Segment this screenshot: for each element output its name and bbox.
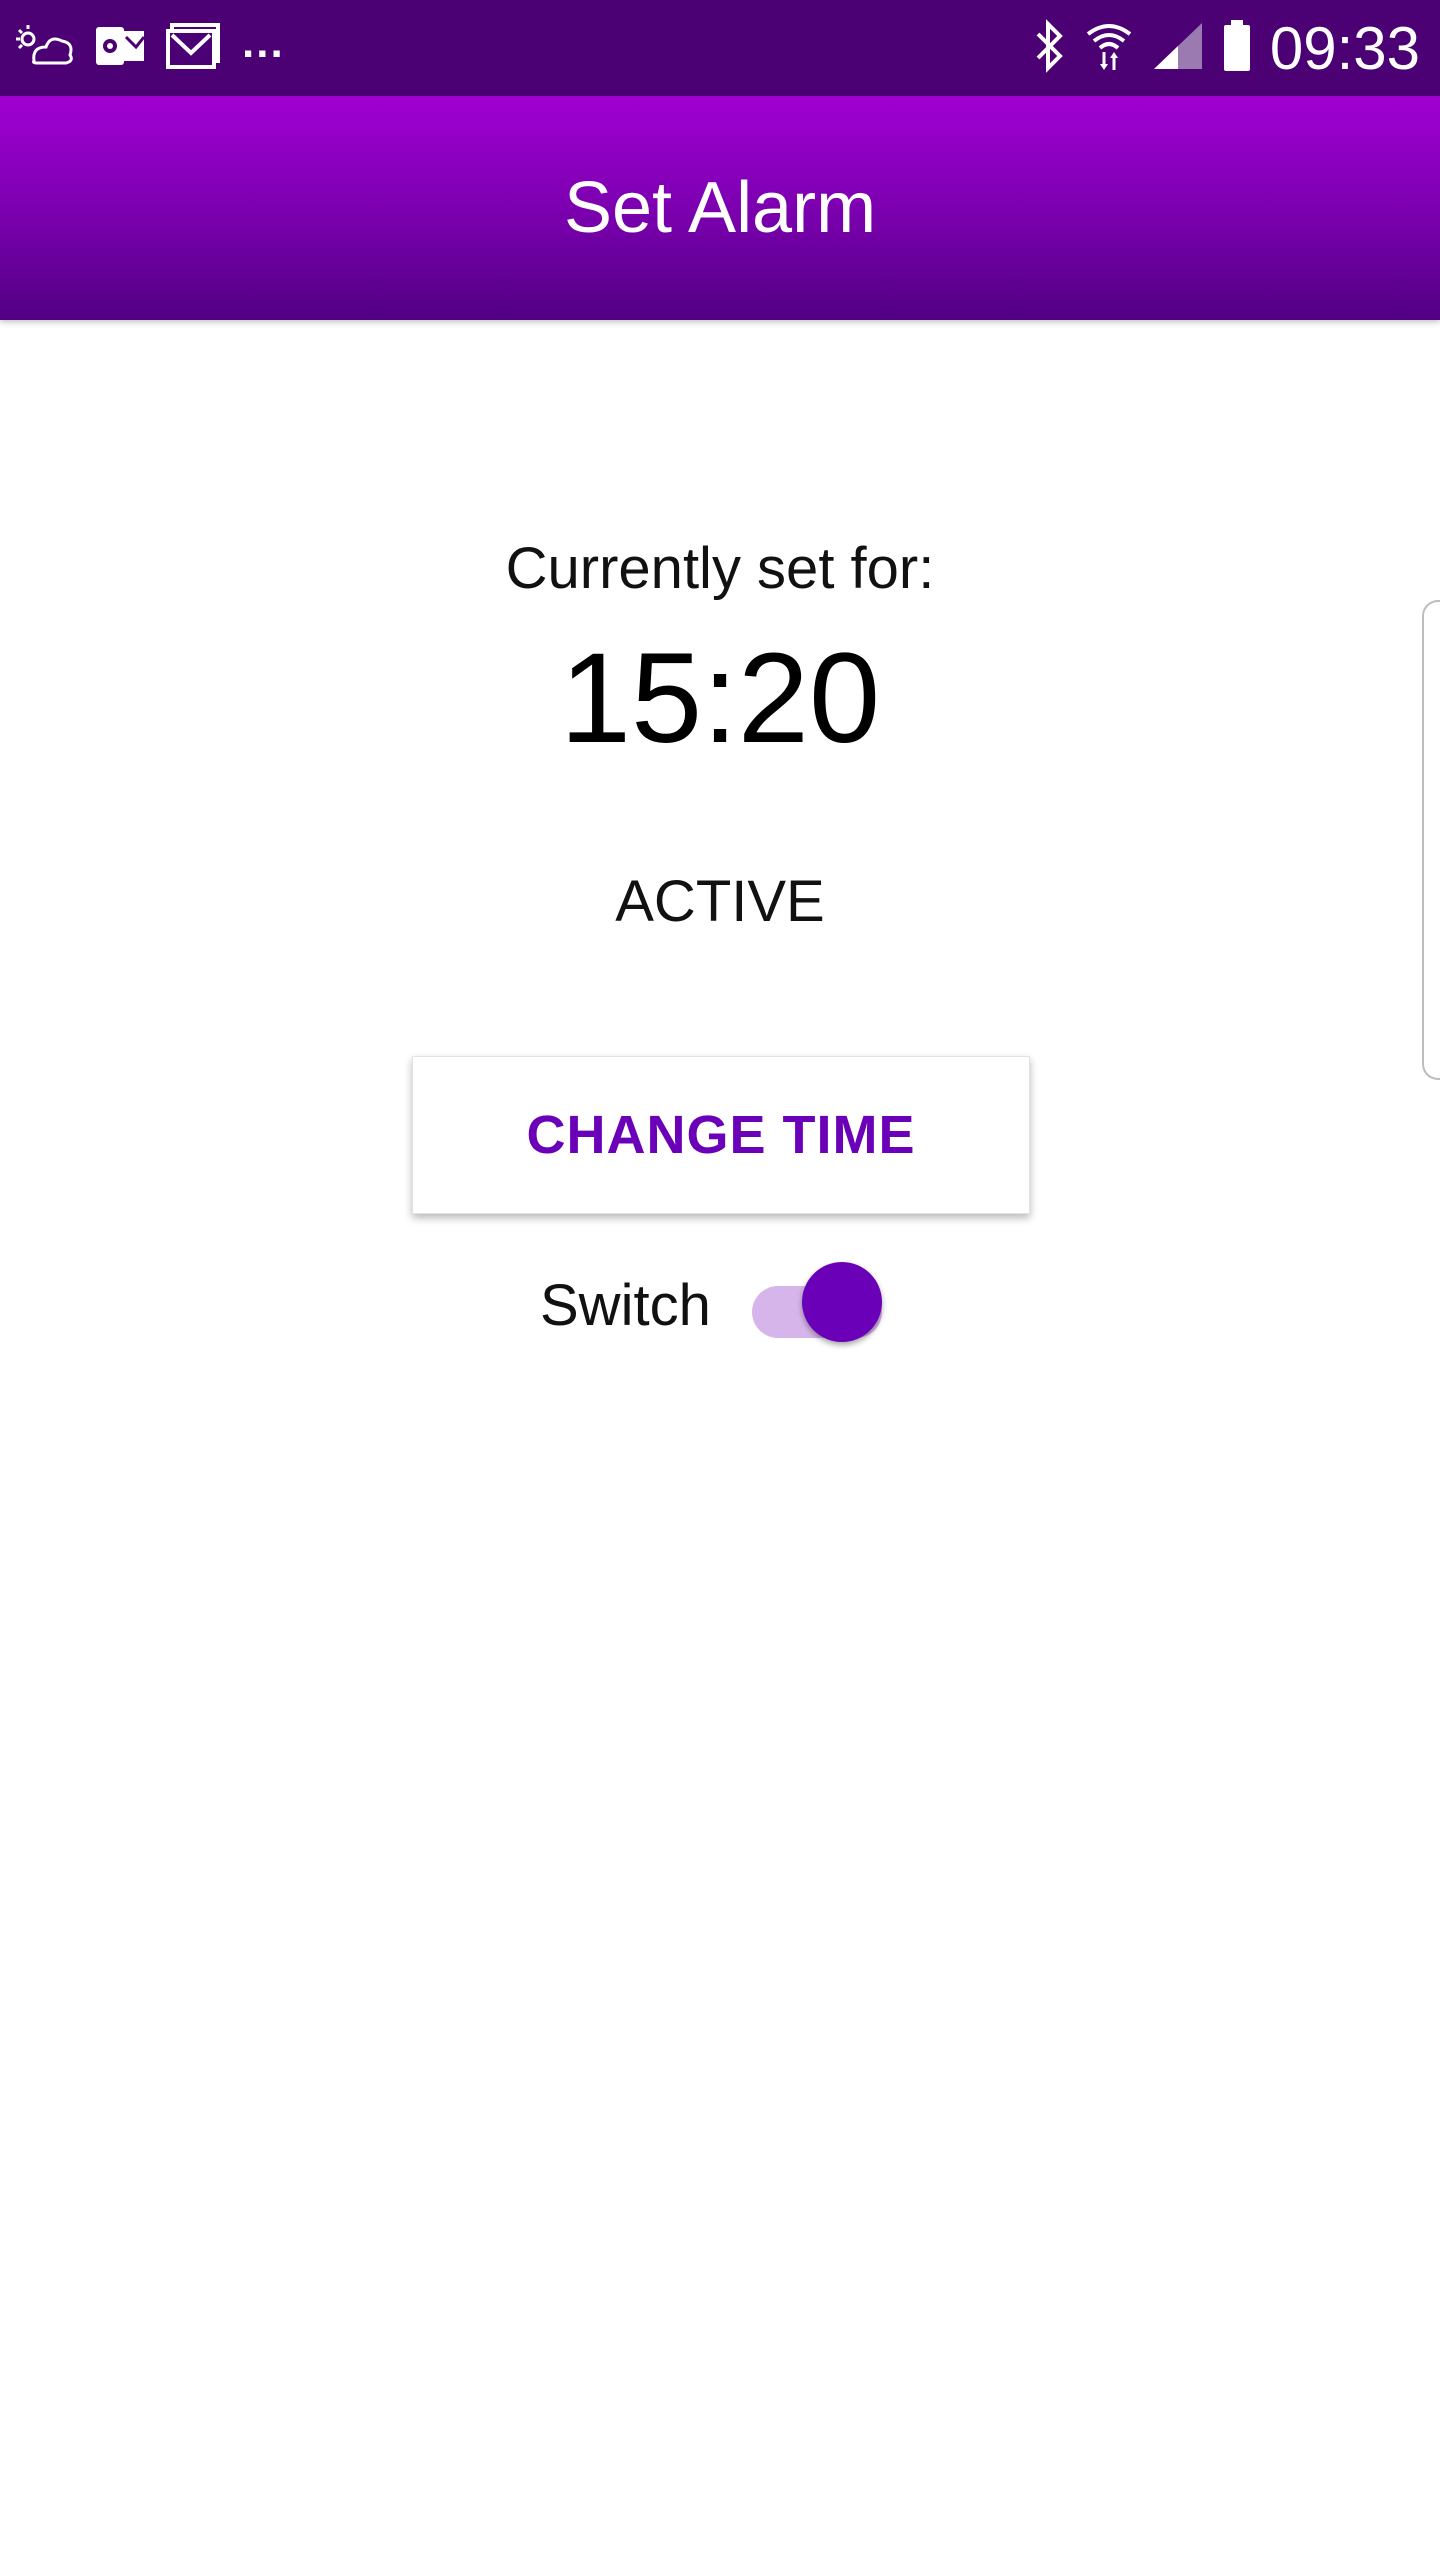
- gmail-icon: [166, 22, 222, 74]
- alarm-time-display: 15:20: [559, 627, 881, 770]
- more-notifications-indicator: ...: [242, 18, 285, 67]
- bluetooth-icon: [1032, 18, 1066, 79]
- outlook-icon: [96, 23, 146, 74]
- status-right-icons: 09:33: [1032, 0, 1420, 96]
- app-bar: Set Alarm: [0, 96, 1440, 320]
- alarm-switch-row: Switch: [540, 1262, 940, 1352]
- page-title: Set Alarm: [563, 168, 877, 248]
- battery-icon: [1222, 18, 1252, 79]
- status-clock: 09:33: [1269, 14, 1420, 82]
- current-alarm-label: Currently set for:: [505, 536, 935, 601]
- signal-icon: [1152, 21, 1204, 76]
- switch-label: Switch: [540, 1273, 711, 1338]
- status-left-icons: ...: [14, 0, 285, 96]
- change-time-button[interactable]: CHANGE TIME: [412, 1056, 1030, 1214]
- switch-thumb[interactable]: [802, 1262, 882, 1342]
- status-bar: ... 09:33: [0, 0, 1440, 96]
- alarm-status-text: ACTIVE: [615, 869, 825, 934]
- wifi-icon: [1084, 18, 1134, 79]
- cloud-sun-icon: [14, 21, 76, 76]
- edge-panel-handle[interactable]: [1422, 600, 1440, 1080]
